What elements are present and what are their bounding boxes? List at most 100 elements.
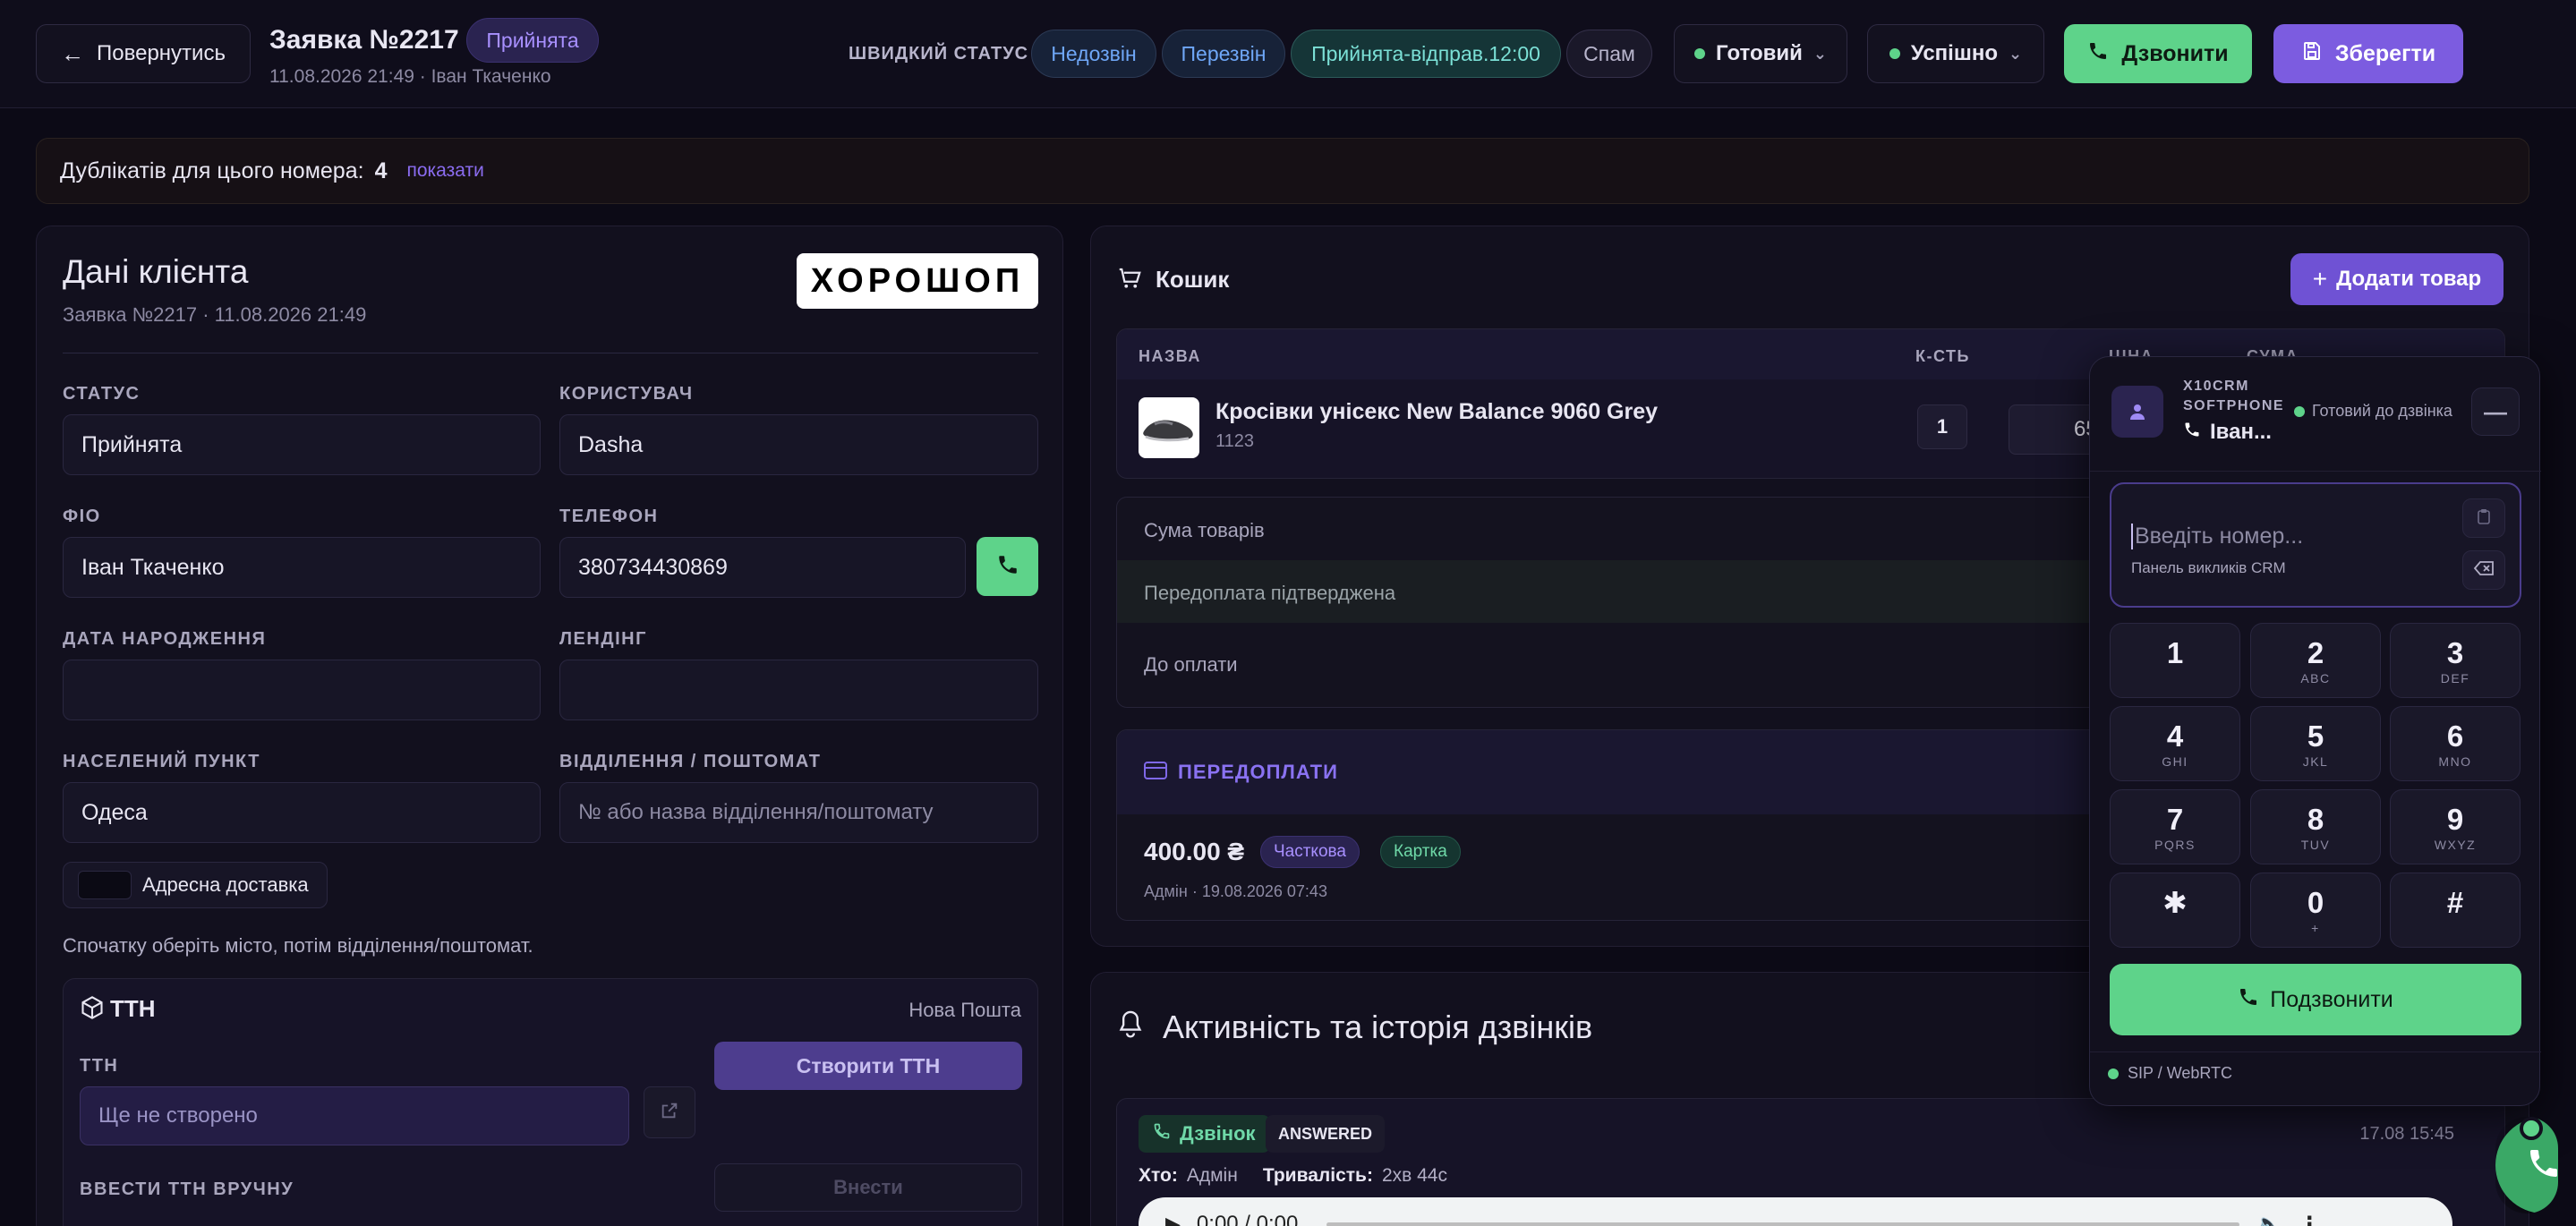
player-time: 0:00 / 0:00: [1196, 1212, 1299, 1226]
landing-label: ЛЕНДІНГ: [559, 629, 647, 649]
quick-status-accepted-ship[interactable]: Прийнята-відправ.12:00: [1291, 30, 1561, 78]
credit-card-icon: [1144, 761, 1167, 785]
softphone-brand-1: X10CRM: [2183, 379, 2249, 394]
box-icon: [80, 995, 105, 1025]
key-letters: GHI: [2162, 753, 2188, 769]
dial-key-0[interactable]: 0 +: [2250, 873, 2381, 948]
quick-status-spam[interactable]: Спам: [1566, 30, 1652, 78]
page-subtitle: 11.08.2026 21:49 · Іван Ткаченко: [269, 66, 551, 87]
phone-field[interactable]: 380734430869: [559, 537, 966, 598]
key-letters: JKL: [2302, 753, 2329, 769]
key-digit: 9: [2446, 802, 2464, 836]
due-label: До оплати: [1144, 653, 1238, 676]
key-letters: +: [2311, 920, 2320, 935]
column-qty: К-СТЬ: [1915, 347, 1970, 365]
dial-call-label: Подзвонити: [2270, 986, 2393, 1012]
call-history-item: Дзвінок ANSWERED 17.08 15:45 Хто: Адмін …: [1116, 1098, 2505, 1226]
chevron-down-icon: ⌄: [1813, 44, 1827, 63]
open-external-button[interactable]: [644, 1086, 695, 1138]
key-digit: 7: [2166, 802, 2184, 836]
number-input-box[interactable]: Введіть номер... Панель викликів CRM: [2110, 482, 2521, 608]
birth-label: ДАТА НАРОДЖЕННЯ: [63, 629, 267, 649]
add-product-button[interactable]: + Додати товар: [2290, 253, 2503, 305]
city-field[interactable]: Одеса: [63, 782, 541, 843]
dial-key-1[interactable]: 1: [2110, 623, 2240, 698]
duplicates-count: 4: [374, 158, 388, 183]
save-button-label: Зберегти: [2334, 40, 2436, 66]
quick-status-missed[interactable]: Недозвін: [1031, 30, 1156, 78]
dial-key-6[interactable]: 6 MNO: [2390, 706, 2521, 781]
dial-key-8[interactable]: 8 TUV: [2250, 789, 2381, 864]
city-label: НАСЕЛЕНИЙ ПУНКТ: [63, 752, 260, 771]
phone-icon: [2526, 1145, 2558, 1186]
dial-key-4[interactable]: 4 GHI: [2110, 706, 2240, 781]
name-field[interactable]: Іван Ткаченко: [63, 537, 541, 598]
external-link-icon: [660, 1101, 679, 1125]
cart-title: Кошик: [1156, 266, 1230, 293]
prepayment-tag-card: Картка: [1380, 836, 1461, 868]
softphone-panel: X10CRM SOFTPHONE Іван... Готовий до дзві…: [2089, 356, 2541, 1106]
save-icon: [2301, 40, 2323, 68]
landing-field[interactable]: [559, 660, 1038, 720]
back-button[interactable]: ← Повернутись: [36, 24, 251, 83]
phone-call-button[interactable]: [977, 537, 1038, 596]
quick-status-callback[interactable]: Перезвін: [1162, 30, 1285, 78]
seek-bar[interactable]: [1326, 1222, 2240, 1226]
dial-key-5[interactable]: 5 JKL: [2250, 706, 2381, 781]
more-options-icon[interactable]: ⋮: [2299, 1212, 2320, 1226]
product-image: [1139, 397, 1199, 458]
user-field[interactable]: Dasha: [559, 414, 1038, 475]
save-button[interactable]: Зберегти: [2273, 24, 2463, 83]
result-select[interactable]: Успішно ⌄: [1867, 24, 2044, 83]
ready-select[interactable]: Готовий ⌄: [1674, 24, 1847, 83]
status-dot-icon: [2108, 1068, 2119, 1079]
bell-icon: [1116, 1009, 1145, 1043]
sip-status-text: SIP / WebRTC: [2128, 1064, 2233, 1082]
call-button[interactable]: Дзвонити: [2064, 24, 2252, 83]
create-ttn-button[interactable]: Створити ТТН: [714, 1042, 1022, 1090]
toggle-switch[interactable]: [78, 871, 132, 899]
carrier-name: Нова Пошта: [908, 999, 1021, 1021]
softphone-status: Готовий до дзвінка: [2294, 402, 2452, 421]
quantity-field[interactable]: 1: [1917, 404, 1967, 449]
who-label: Хто:: [1139, 1165, 1178, 1186]
branch-field[interactable]: № або назва відділення/поштомату: [559, 782, 1038, 843]
prepayment-meta: Адмін · 19.08.2026 07:43: [1144, 882, 1327, 900]
paste-button[interactable]: [2462, 498, 2505, 538]
green-dot-icon: [1694, 48, 1706, 59]
number-input[interactable]: Введіть номер...: [2131, 524, 2303, 549]
ttn-field[interactable]: Ще не створено: [80, 1086, 629, 1145]
dial-call-button[interactable]: Подзвонити: [2110, 964, 2521, 1035]
key-digit: 3: [2446, 635, 2464, 669]
key-digit: 0: [2307, 885, 2324, 919]
play-icon[interactable]: ▶: [1165, 1213, 1181, 1226]
back-label: Повернутись: [97, 41, 226, 65]
clipboard-icon: [2477, 508, 2491, 529]
duration-value: 2хв 44с: [1381, 1165, 1447, 1186]
address-delivery-toggle[interactable]: Адресна доставка: [63, 862, 328, 908]
dial-key-7[interactable]: 7 PQRS: [2110, 789, 2240, 864]
audio-player[interactable]: ▶ 0:00 / 0:00 🔈 ⋮: [1139, 1197, 2452, 1226]
arrow-left-icon: ←: [61, 39, 85, 67]
address-delivery-label: Адресна доставка: [142, 873, 309, 896]
branch-label: ВІДДІЛЕННЯ / ПОШТОМАТ: [559, 752, 822, 771]
birth-field[interactable]: [63, 660, 541, 720]
key-letters: TUV: [2300, 837, 2331, 852]
backspace-button[interactable]: [2462, 550, 2505, 590]
status-field[interactable]: Прийнята: [63, 414, 541, 475]
dial-key-2[interactable]: 2 ABC: [2250, 623, 2381, 698]
dial-key-9[interactable]: 9 WXYZ: [2390, 789, 2521, 864]
key-digit: 2: [2307, 635, 2324, 669]
dial-key-hash[interactable]: #: [2390, 873, 2521, 948]
show-duplicates-link[interactable]: показати: [406, 160, 483, 182]
enter-ttn-button[interactable]: Внести: [714, 1163, 1022, 1212]
minimize-button[interactable]: —: [2471, 387, 2520, 436]
city-hint: Спочатку оберіть місто, потім відділення…: [63, 934, 533, 957]
dial-key-3[interactable]: 3 DEF: [2390, 623, 2521, 698]
call-tag: Дзвінок: [1139, 1115, 1270, 1153]
sip-status: SIP / WebRTC: [2108, 1064, 2232, 1083]
dial-key-star[interactable]: ✱: [2110, 873, 2240, 948]
key-letters: DEF: [2440, 670, 2470, 685]
key-letters: PQRS: [2154, 837, 2196, 852]
volume-icon[interactable]: 🔈: [2256, 1212, 2282, 1226]
